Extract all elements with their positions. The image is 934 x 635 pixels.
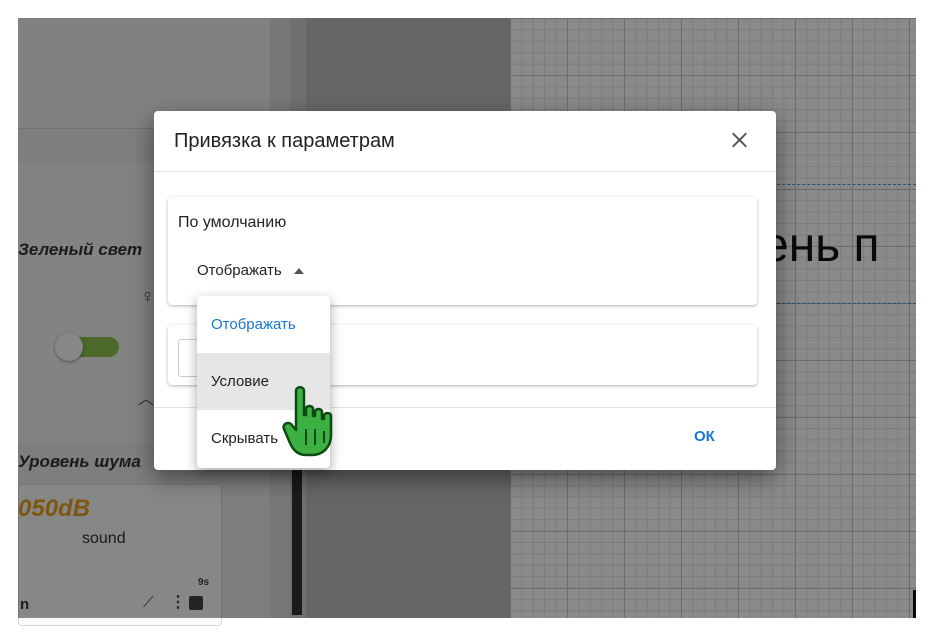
visibility-select-value: Отображать [197,262,282,279]
menu-item-show[interactable]: Отображать [197,296,330,353]
caret-up-icon [293,268,304,275]
ok-button[interactable]: ОК [694,428,715,445]
dialog-header: Привязка к параметрам [154,111,776,172]
default-section: По умолчанию [168,197,757,305]
dialog-title: Привязка к параметрам [174,130,395,152]
visibility-select[interactable]: Отображать [197,262,304,284]
close-icon[interactable] [725,125,755,155]
hand-cursor-icon [282,386,333,457]
default-section-title: По умолчанию [178,214,287,231]
